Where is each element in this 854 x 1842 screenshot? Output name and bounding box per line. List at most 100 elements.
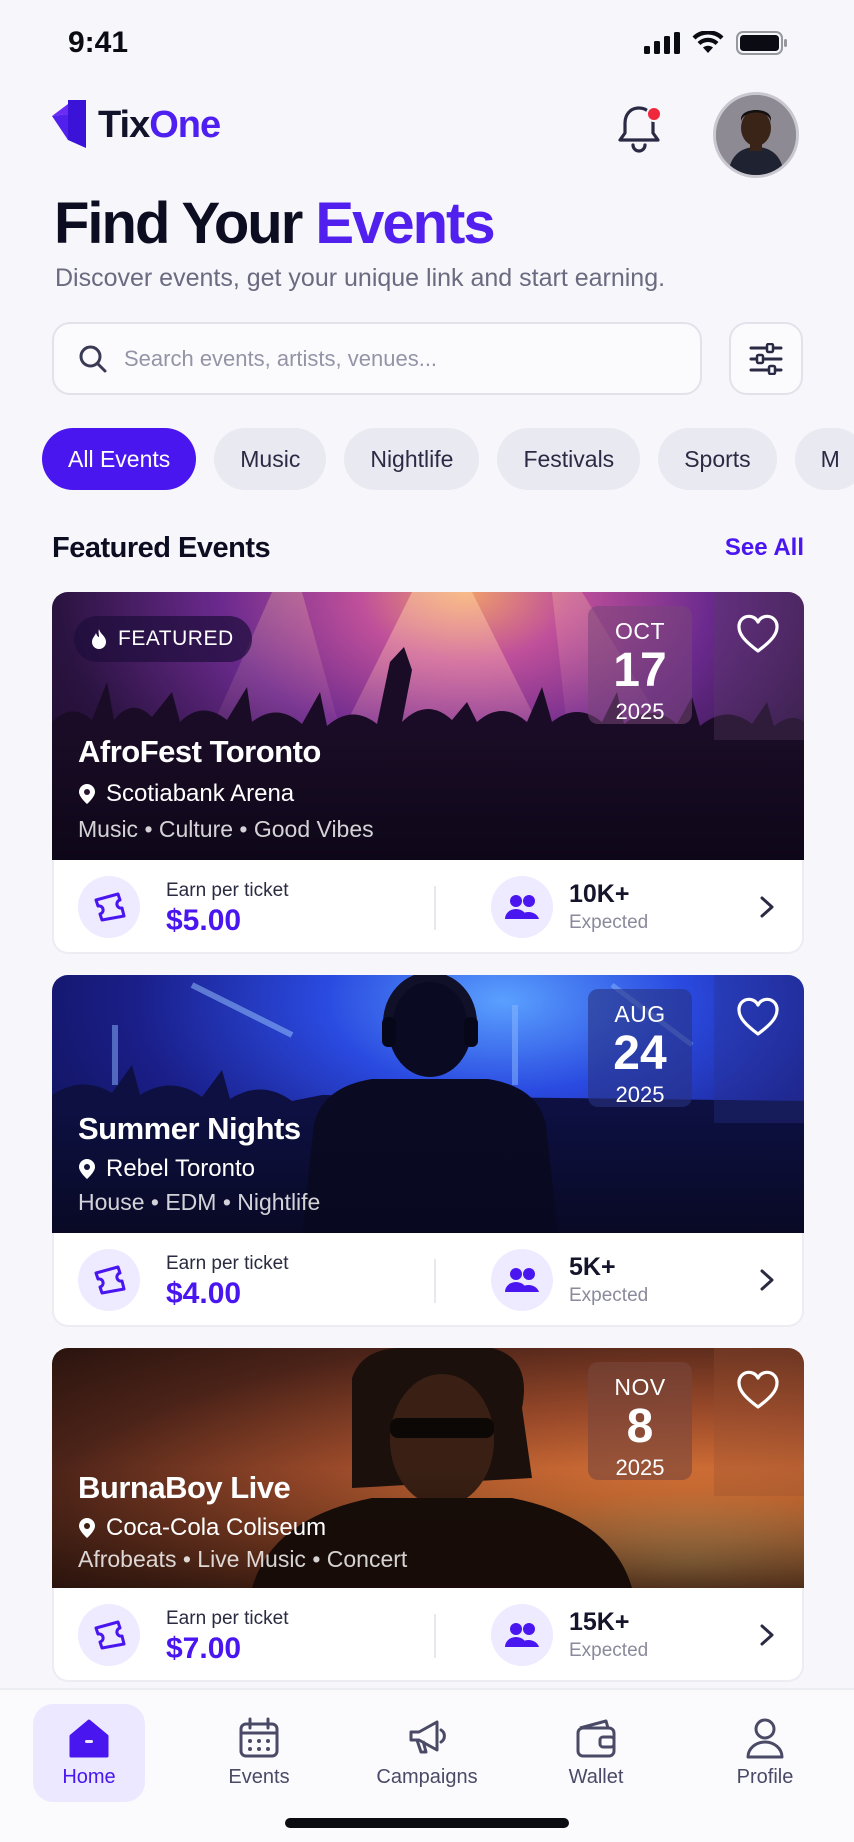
tab-wallet[interactable]: Wallet	[540, 1704, 652, 1802]
favorite-button[interactable]	[714, 975, 804, 1123]
event-date-month: OCT	[614, 618, 666, 644]
tab-campaigns[interactable]: Campaigns	[371, 1704, 483, 1802]
expected-value: 15K+	[569, 1608, 630, 1636]
tab-label: Wallet	[568, 1766, 624, 1788]
event-name: AfroFest Toronto	[78, 734, 321, 769]
page-subtitle: Discover events, get your unique link an…	[55, 264, 666, 292]
featured-badge-label: FEATURED	[118, 627, 234, 650]
event-date: NOV 8 2025	[588, 1362, 692, 1480]
chevron-right-icon[interactable]	[760, 1624, 774, 1646]
flame-icon	[92, 629, 106, 649]
chip-all-events[interactable]: All Events	[42, 428, 197, 490]
page-title-part1: Find Your	[54, 191, 316, 256]
chip-festivals[interactable]: Festivals	[497, 428, 641, 490]
event-date: AUG 24 2025	[588, 989, 692, 1107]
event-card[interactable]: AUG 24 2025 Summer Nights Rebel Toronto …	[52, 975, 804, 1327]
event-venue-label: Rebel Toronto	[106, 1155, 255, 1182]
battery-icon	[736, 31, 787, 55]
event-card[interactable]: NOV 8 2025 BurnaBoy Live Coca-Cola Colis…	[52, 1348, 804, 1682]
featured-section-header: Featured Events See All	[52, 530, 804, 570]
event-venue: Scotiabank Arena	[78, 780, 294, 808]
location-pin-icon	[79, 1518, 95, 1538]
location-pin-icon	[79, 784, 95, 804]
logo[interactable]: TixOne	[50, 98, 221, 152]
chip-more[interactable]: M	[794, 428, 854, 490]
earn-badge	[78, 876, 140, 938]
favorite-button[interactable]	[714, 592, 804, 740]
featured-badge: FEATURED	[74, 616, 252, 662]
wallet-icon	[576, 1719, 616, 1758]
users-icon	[505, 1268, 539, 1292]
attendees-badge	[491, 1249, 553, 1311]
attendees-badge	[491, 1604, 553, 1666]
event-date-day: 8	[626, 1400, 654, 1453]
event-tags: Afrobeats • Live Music • Concert	[78, 1546, 408, 1572]
notification-button[interactable]	[612, 100, 666, 156]
earn-label: Earn per ticket	[166, 1608, 289, 1629]
event-name: BurnaBoy Live	[78, 1470, 291, 1505]
users-icon	[505, 1623, 539, 1647]
tab-events[interactable]: Events	[203, 1704, 315, 1802]
earn-value: $7.00	[166, 1632, 242, 1665]
section-title: Featured Events	[52, 532, 271, 564]
page-title-part2: Events	[315, 191, 495, 256]
sliders-icon	[749, 342, 783, 375]
notification-dot	[646, 106, 662, 122]
heart-icon	[737, 614, 779, 653]
favorite-button[interactable]	[714, 1348, 804, 1496]
see-all-link[interactable]: See All	[725, 534, 804, 562]
event-card-stats: Earn per ticket $5.00 10K+ Expected	[52, 860, 804, 954]
divider	[434, 1259, 436, 1303]
event-card[interactable]: FEATURED OCT 17 2025 AfroFest Toronto Sc…	[52, 592, 804, 954]
location-pin-icon	[79, 1159, 95, 1179]
event-card-image: AUG 24 2025 Summer Nights Rebel Toronto …	[52, 975, 804, 1233]
chevron-right-icon[interactable]	[760, 896, 774, 918]
avatar[interactable]	[713, 92, 799, 178]
event-date-year: 2025	[615, 699, 665, 724]
avatar-image	[716, 95, 796, 175]
filter-button[interactable]	[729, 322, 803, 395]
event-card-stats: Earn per ticket $4.00 5K+ Expected	[52, 1233, 804, 1327]
earn-badge	[78, 1249, 140, 1311]
event-tags: Music • Culture • Good Vibes	[78, 816, 374, 842]
tab-label: Profile	[736, 1766, 794, 1788]
search-input[interactable]	[124, 345, 684, 372]
chip-nightlife[interactable]: Nightlife	[344, 428, 480, 490]
users-icon	[505, 895, 539, 919]
chip-sports[interactable]: Sports	[658, 428, 777, 490]
ticket-icon	[94, 1265, 126, 1295]
ticket-icon	[94, 892, 126, 922]
expected-value: 5K+	[569, 1253, 616, 1281]
search-bar[interactable]	[52, 322, 702, 395]
status-time: 9:41	[68, 26, 129, 59]
event-venue: Rebel Toronto	[78, 1155, 255, 1183]
earn-label: Earn per ticket	[166, 880, 289, 901]
event-card-image: NOV 8 2025 BurnaBoy Live Coca-Cola Colis…	[52, 1348, 804, 1588]
logo-mark-icon	[52, 100, 86, 148]
expected-label: Expected	[569, 1640, 649, 1661]
home-icon	[69, 1719, 109, 1758]
event-tags: House • EDM • Nightlife	[78, 1189, 321, 1215]
megaphone-icon	[409, 1720, 446, 1754]
event-name: Summer Nights	[78, 1111, 301, 1146]
event-card-image: FEATURED OCT 17 2025 AfroFest Toronto Sc…	[52, 592, 804, 860]
chevron-right-icon[interactable]	[760, 1269, 774, 1291]
status-bar: 9:41	[0, 0, 854, 90]
logo-text-part1: Tix	[98, 103, 150, 146]
event-date-year: 2025	[615, 1082, 665, 1107]
chip-music[interactable]: Music	[214, 428, 327, 490]
logo-text: TixOne	[98, 103, 221, 147]
logo-text-part2: One	[149, 103, 221, 146]
tab-profile[interactable]: Profile	[709, 1704, 821, 1802]
event-date-month: AUG	[614, 1001, 666, 1027]
tab-label: Campaigns	[376, 1766, 478, 1788]
tab-home[interactable]: Home	[33, 1704, 145, 1802]
user-icon	[746, 1718, 784, 1759]
earn-label: Earn per ticket	[166, 1253, 289, 1274]
expected-label: Expected	[569, 912, 649, 933]
divider	[434, 1614, 436, 1658]
page-title: Find Your Events	[54, 190, 496, 257]
event-venue-label: Coca-Cola Coliseum	[106, 1514, 327, 1541]
expected-label: Expected	[569, 1285, 649, 1306]
heart-icon	[737, 1370, 779, 1409]
